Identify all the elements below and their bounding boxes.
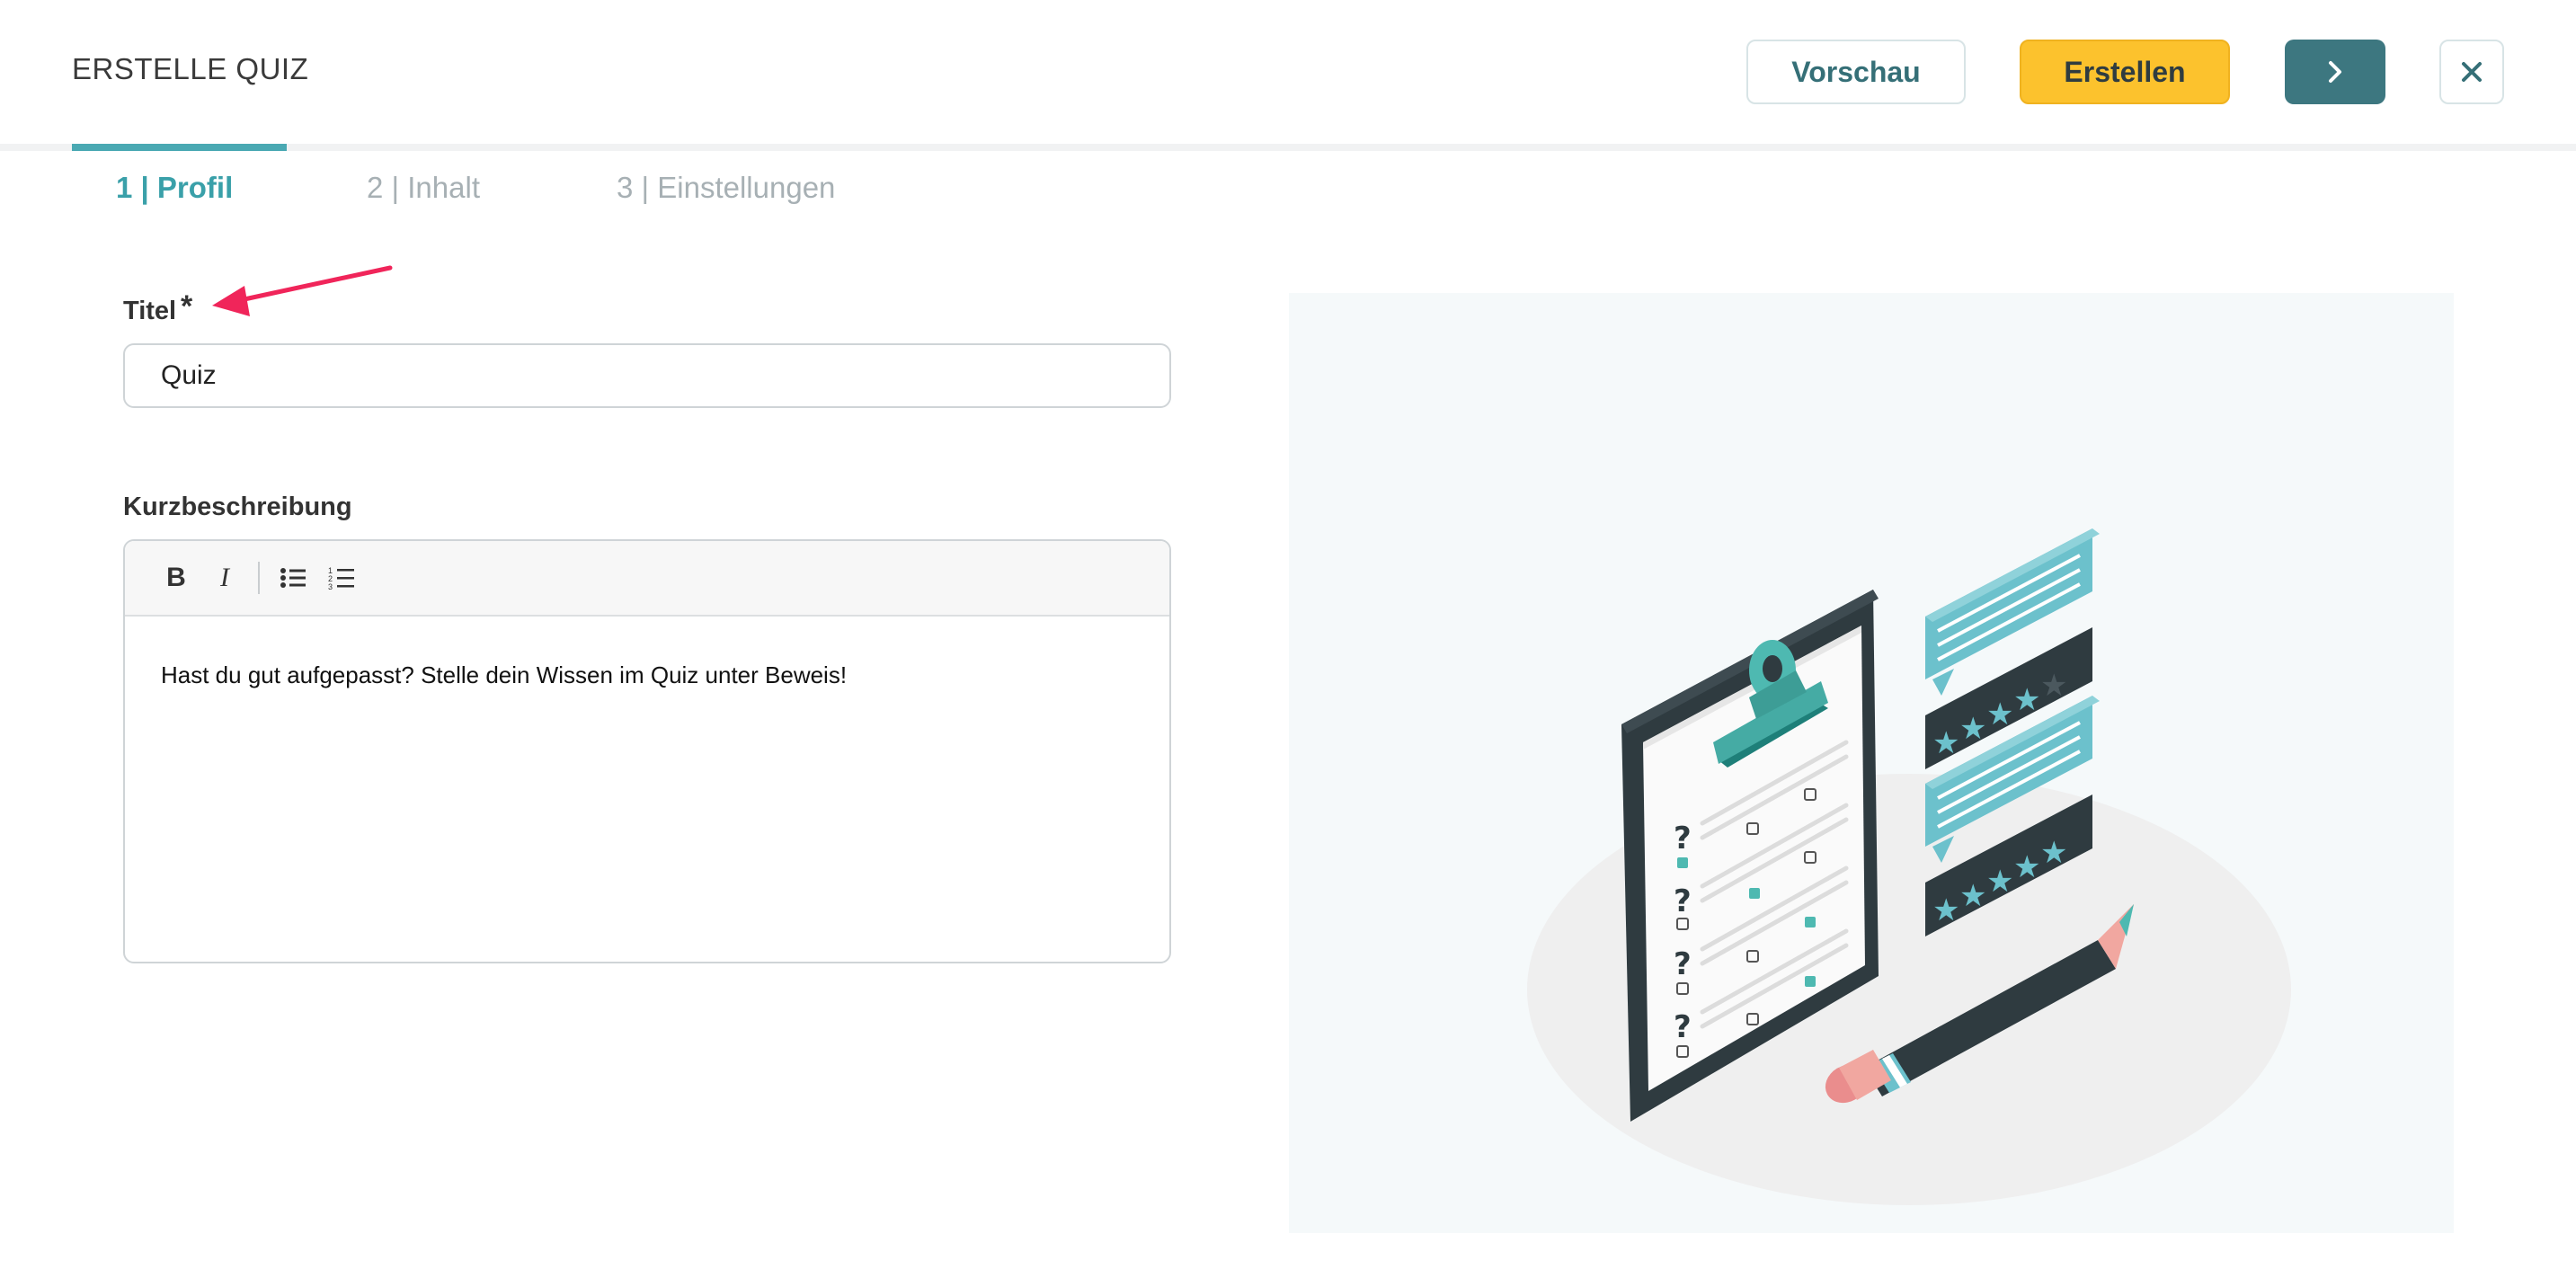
tab-profil[interactable]: 1 | Profil: [116, 171, 233, 205]
bullet-list-icon: [280, 568, 306, 588]
svg-text:?: ?: [1674, 1009, 1692, 1045]
bullet-list-button[interactable]: [269, 554, 317, 602]
italic-button[interactable]: I: [200, 554, 249, 602]
chevron-right-icon: [2329, 61, 2341, 83]
description-label: Kurzbeschreibung: [123, 493, 352, 521]
editor-toolbar: B I 1 2 3: [125, 541, 1169, 617]
active-tab-indicator: [72, 144, 287, 151]
svg-text:★: ★: [1986, 864, 2013, 900]
title-label: Titel: [123, 297, 177, 325]
page-title: ERSTELLE QUIZ: [72, 52, 309, 85]
toolbar-divider: [258, 562, 260, 594]
bold-button[interactable]: B: [152, 554, 200, 602]
clipboard-quiz-illustration: ? ? ? ? ★ ★ ★ ★ ★ ★ ★ ★ ★ ★: [1527, 528, 2291, 1205]
title-input[interactable]: Quiz: [123, 343, 1171, 408]
description-text[interactable]: Hast du gut aufgepasst? Stelle dein Wiss…: [125, 617, 1169, 734]
svg-text:★: ★: [1959, 711, 1986, 747]
preview-button[interactable]: Vorschau: [1746, 40, 1966, 104]
svg-text:?: ?: [1674, 821, 1692, 856]
svg-text:★: ★: [1986, 697, 2013, 732]
close-button[interactable]: [2439, 40, 2504, 104]
create-button[interactable]: Erstellen: [2020, 40, 2230, 104]
tab-einstellungen[interactable]: 3 | Einstellungen: [617, 171, 835, 205]
quiz-illustration: ? ? ? ? ★ ★ ★ ★ ★ ★ ★ ★ ★ ★: [1289, 293, 2454, 1233]
svg-text:★: ★: [1959, 878, 1986, 914]
svg-text:★: ★: [2040, 835, 2067, 871]
required-marker: *: [181, 289, 193, 324]
svg-text:★: ★: [2040, 668, 2067, 704]
tab-inhalt[interactable]: 2 | Inhalt: [367, 171, 480, 205]
close-icon: [2462, 62, 2482, 82]
numbered-list-button[interactable]: 1 2 3: [317, 554, 366, 602]
svg-text:?: ?: [1674, 883, 1692, 919]
svg-text:★: ★: [2013, 849, 2040, 885]
numbered-list-icon: 1 2 3: [328, 566, 354, 590]
header-bar: ERSTELLE QUIZ Vorschau Erstellen: [0, 0, 2576, 144]
svg-text:★: ★: [1932, 892, 1959, 928]
svg-text:★: ★: [1932, 725, 1959, 761]
description-editor: B I 1 2 3 Hast du gut aufgepasst? Stelle…: [123, 539, 1171, 963]
svg-text:?: ?: [1674, 946, 1692, 982]
svg-text:★: ★: [2013, 682, 2040, 718]
svg-text:3: 3: [328, 582, 333, 590]
next-step-button[interactable]: [2285, 40, 2385, 104]
header-divider: [0, 144, 2576, 151]
